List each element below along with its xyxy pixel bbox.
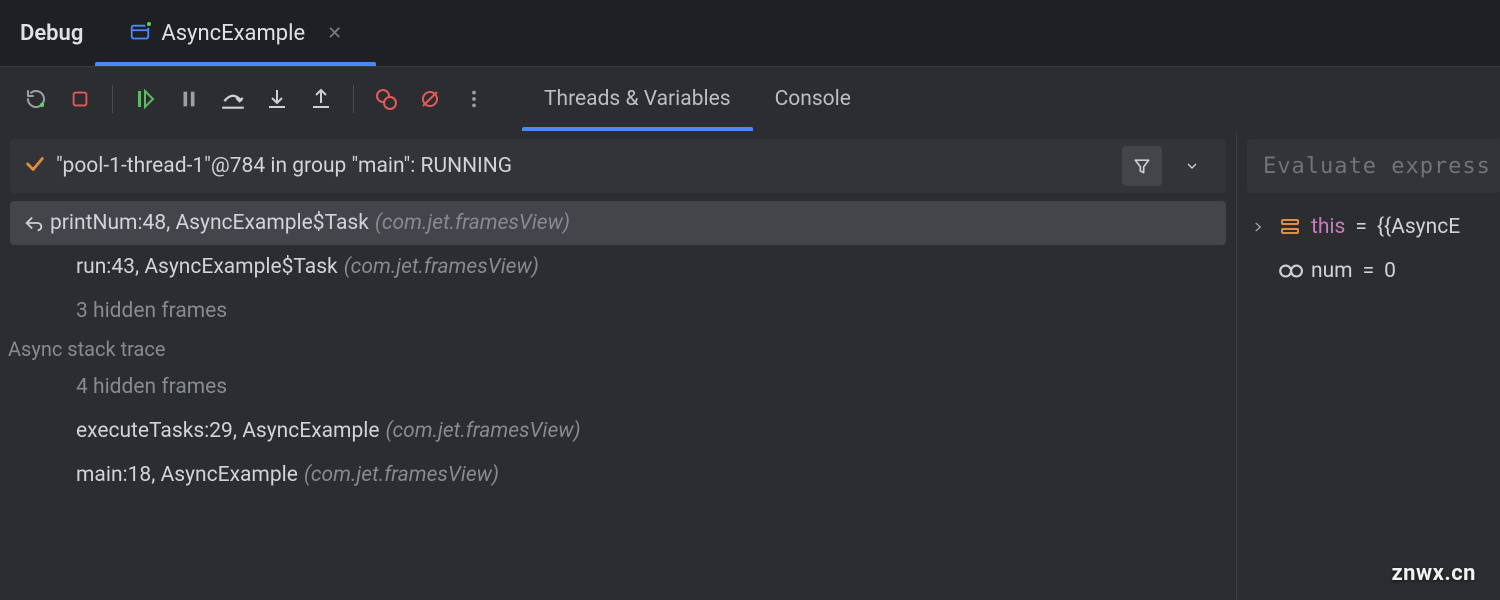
filter-button[interactable] [1122, 146, 1162, 186]
view-breakpoints-button[interactable] [366, 79, 406, 119]
expand-icon[interactable] [1247, 220, 1269, 234]
evaluate-expression-input[interactable]: Evaluate express [1247, 139, 1500, 193]
debug-panel-title: Debug [20, 21, 83, 46]
frame-package: (com.jet.framesView) [386, 419, 581, 443]
frame-package: (com.jet.framesView) [375, 211, 570, 235]
separator [353, 85, 354, 113]
variable-row[interactable]: num = 0 [1247, 249, 1500, 293]
variable-row[interactable]: this = {{AsyncE [1247, 205, 1500, 249]
resume-button[interactable] [125, 79, 165, 119]
stack-frame[interactable]: main:18, AsyncExample (com.jet.framesVie… [10, 453, 1226, 497]
tab-threads-variables[interactable]: Threads & Variables [522, 67, 753, 131]
thread-dropdown-button[interactable] [1172, 146, 1212, 186]
tab-run-config[interactable]: AsyncExample ✕ [123, 0, 348, 66]
rerun-button[interactable] [16, 79, 56, 119]
hidden-frames-link[interactable]: 4 hidden frames [10, 365, 1226, 409]
frame-location: run:43, AsyncExample$Task [76, 255, 338, 279]
step-out-button[interactable] [301, 79, 341, 119]
variable-value: {{AsyncE [1377, 215, 1460, 239]
separator [112, 85, 113, 113]
stack-frame[interactable]: executeTasks:29, AsyncExample (com.jet.f… [10, 409, 1226, 453]
stack-frame[interactable]: run:43, AsyncExample$Task (com.jet.frame… [10, 245, 1226, 289]
drop-frame-icon [22, 212, 46, 234]
tab-console[interactable]: Console [753, 67, 873, 131]
close-icon[interactable]: ✕ [327, 23, 342, 44]
stack-frame[interactable]: printNum:48, AsyncExample$Task (com.jet.… [10, 201, 1226, 245]
step-into-button[interactable] [257, 79, 297, 119]
async-stack-trace-label: Async stack trace [0, 333, 1236, 365]
run-config-label: AsyncExample [161, 21, 305, 46]
variable-name: num [1311, 259, 1353, 283]
frame-package: (com.jet.framesView) [344, 255, 539, 279]
object-icon [1277, 214, 1303, 240]
pause-button[interactable] [169, 79, 209, 119]
frame-location: executeTasks:29, AsyncExample [76, 419, 380, 443]
variable-value: 0 [1384, 259, 1396, 283]
more-options-button[interactable] [454, 79, 494, 119]
step-over-button[interactable] [213, 79, 253, 119]
mute-breakpoints-button[interactable] [410, 79, 450, 119]
hidden-frames-link[interactable]: 3 hidden frames [10, 289, 1226, 333]
watch-icon [1277, 258, 1303, 284]
frames-list: printNum:48, AsyncExample$Task (com.jet.… [0, 201, 1236, 509]
frame-location: printNum:48, AsyncExample$Task [50, 211, 369, 235]
frame-package: (com.jet.framesView) [304, 463, 499, 487]
variable-name: this [1311, 215, 1345, 239]
variables-tree: this = {{AsyncE num = 0 [1237, 201, 1500, 293]
checkmark-icon [24, 153, 46, 180]
frame-location: main:18, AsyncExample [76, 463, 298, 487]
app-icon [129, 22, 151, 44]
stop-button[interactable] [60, 79, 100, 119]
equals: = [1363, 259, 1375, 283]
thread-label: "pool-1-thread-1"@784 in group "main": R… [56, 154, 1112, 178]
watermark: znwx.cn [1391, 561, 1476, 586]
thread-selector[interactable]: "pool-1-thread-1"@784 in group "main": R… [10, 139, 1226, 193]
equals: = [1355, 215, 1367, 239]
